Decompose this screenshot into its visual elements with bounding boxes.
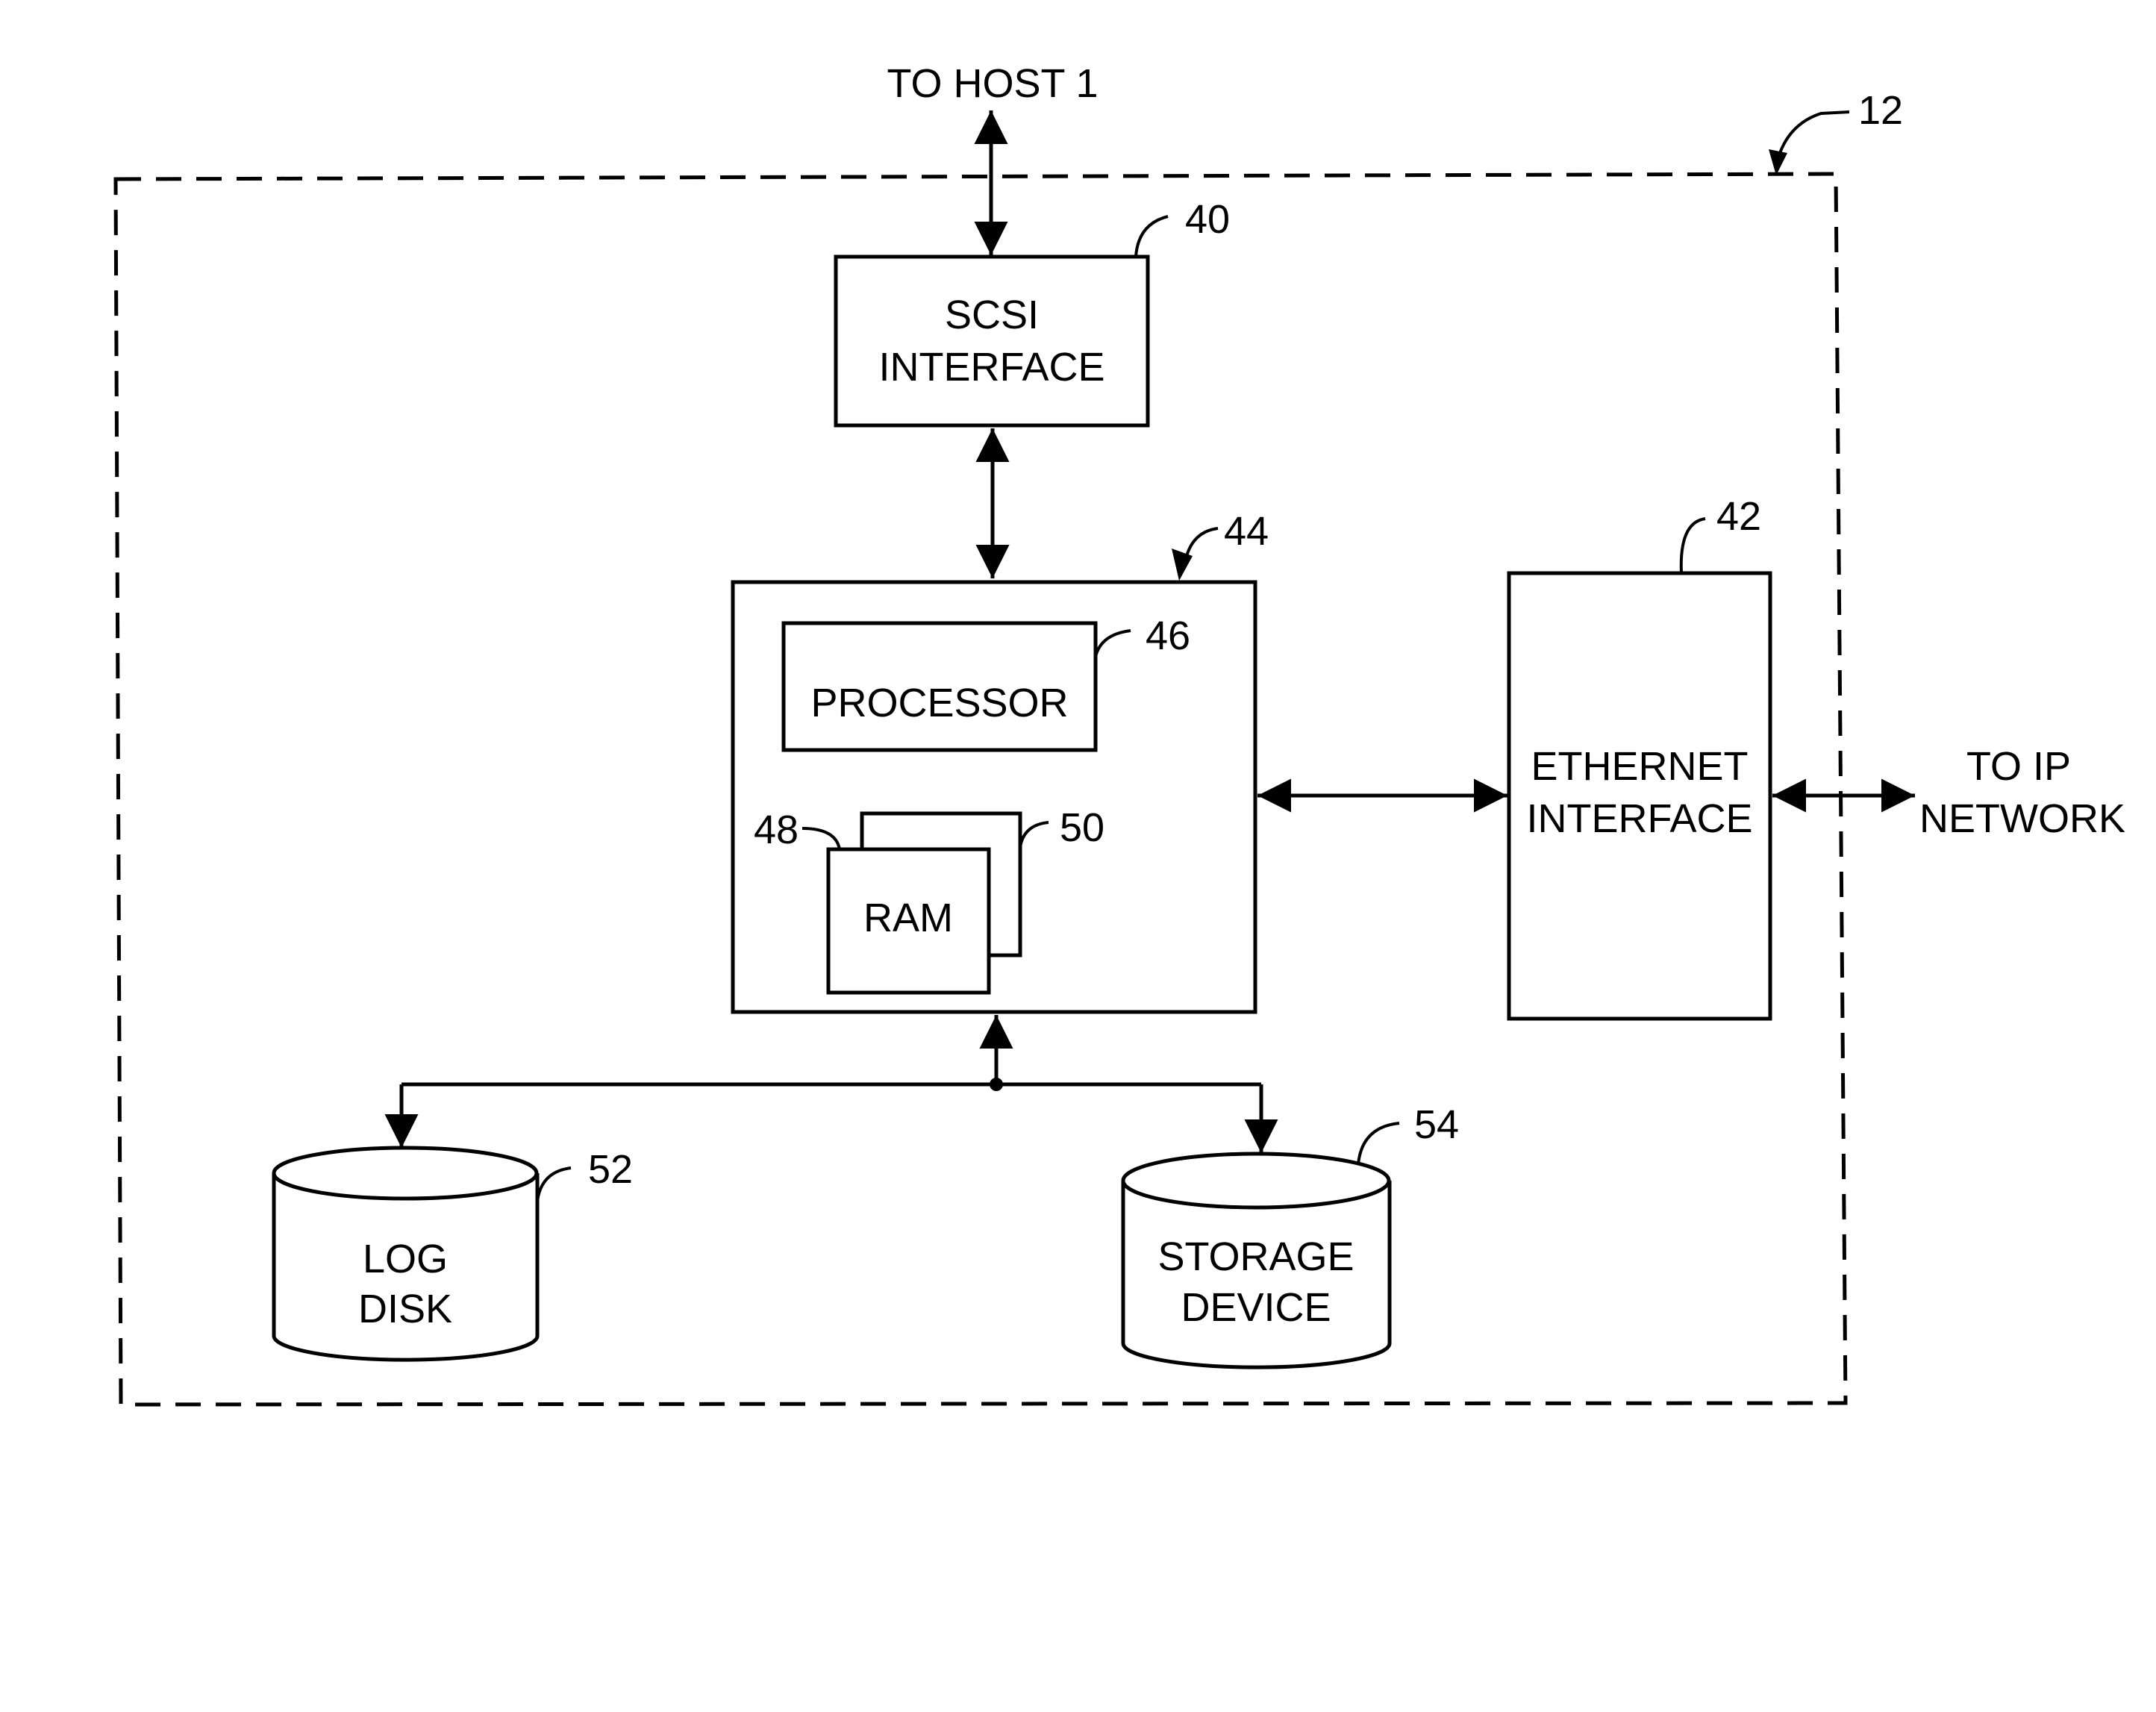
storage-ref-label: 54 bbox=[1414, 1102, 1459, 1147]
enclosure-leader bbox=[1778, 110, 1850, 154]
scsi-label-line1: SCSI bbox=[945, 293, 1039, 337]
controller-leader bbox=[1185, 527, 1219, 557]
log-disk-ref-label: 52 bbox=[588, 1147, 633, 1192]
ram-label: RAM bbox=[863, 896, 953, 940]
storage-system-diagram: 12 TO HOST 1 SCSI INTERFACE 40 44 PROCES… bbox=[113, 61, 2125, 1407]
scsi-interface-block: SCSI INTERFACE bbox=[834, 254, 1150, 428]
enclosure-ref-label: 12 bbox=[1858, 88, 1903, 133]
log-disk-ref-leader bbox=[536, 1166, 572, 1202]
scsi-label-line2: INTERFACE bbox=[878, 345, 1104, 390]
processor-label: PROCESSOR bbox=[810, 681, 1068, 725]
log-disk-label-line1: LOG bbox=[363, 1237, 448, 1281]
ram-back-ref-label: 50 bbox=[1060, 805, 1104, 850]
to-host-label: TO HOST 1 bbox=[887, 61, 1098, 106]
storage-label-line1: STORAGE bbox=[1157, 1234, 1354, 1279]
processor-block: PROCESSOR bbox=[781, 621, 1098, 752]
scsi-ref-leader bbox=[1134, 215, 1169, 257]
to-ip-network-line2: NETWORK bbox=[1919, 796, 2125, 841]
controller-leader-arrowhead bbox=[1172, 549, 1193, 581]
ethernet-ref-leader bbox=[1679, 517, 1706, 574]
storage-device-cylinder: STORAGE DEVICE bbox=[1121, 1152, 1392, 1369]
ethernet-interface-block: ETHERNET INTERFACE bbox=[1507, 571, 1772, 1021]
processor-ref-label: 46 bbox=[1146, 613, 1190, 658]
ethernet-ref-label: 42 bbox=[1716, 494, 1761, 539]
ram-ref-label: 48 bbox=[754, 807, 799, 852]
to-ip-network-line1: TO IP bbox=[1966, 744, 2071, 789]
scsi-ref-label: 40 bbox=[1185, 197, 1230, 242]
log-disk-cylinder: LOG DISK bbox=[272, 1146, 540, 1362]
ethernet-label-line2: INTERFACE bbox=[1526, 796, 1752, 841]
storage-label-line2: DEVICE bbox=[1181, 1285, 1331, 1330]
storage-ref-leader bbox=[1357, 1122, 1400, 1165]
ethernet-label-line1: ETHERNET bbox=[1531, 744, 1748, 789]
controller-ref-label: 44 bbox=[1224, 509, 1269, 554]
log-disk-label-line2: DISK bbox=[358, 1287, 452, 1331]
ram-block: RAM bbox=[826, 847, 991, 995]
enclosure-leader-arrowhead bbox=[1769, 149, 1787, 175]
